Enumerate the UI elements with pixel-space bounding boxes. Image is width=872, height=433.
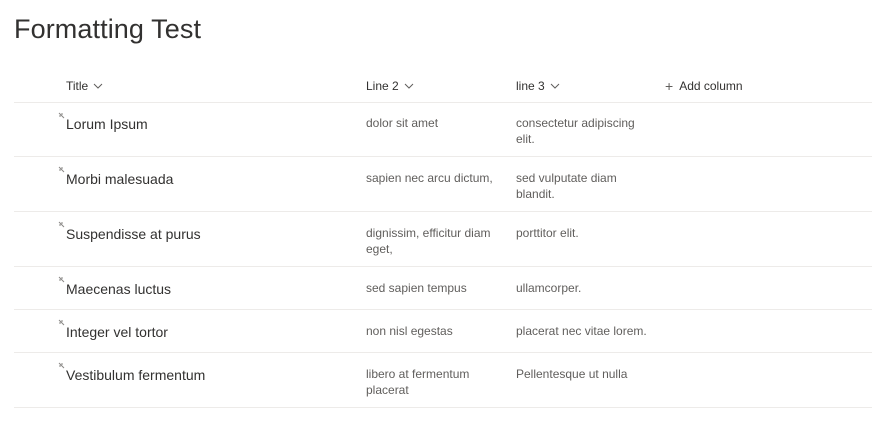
row-line3: placerat nec vitae lorem. <box>516 324 647 338</box>
new-item-icon <box>58 362 65 369</box>
page-title: Formatting Test <box>14 14 202 44</box>
chevron-down-icon <box>404 83 414 89</box>
new-item-icon <box>58 276 65 283</box>
list-header: Title Line 2 line 3 + Add column <box>14 72 872 103</box>
row-title[interactable]: Morbi malesuada <box>66 171 173 187</box>
column-header-line2[interactable]: Line 2 <box>366 78 415 94</box>
table-row[interactable]: Maecenas luctus sed sapien tempus ullamc… <box>14 267 872 310</box>
table-row[interactable]: Vestibulum fermentum libero at fermentum… <box>14 353 872 408</box>
row-line3: porttitor elit. <box>516 226 579 240</box>
new-item-icon <box>58 221 65 228</box>
new-item-icon <box>58 319 65 326</box>
list-page: Formatting Test Title Line 2 line 3 + Ad… <box>0 0 872 433</box>
row-line3: sed vulputate diam blandit. <box>516 171 617 201</box>
add-column-button[interactable]: + Add column <box>665 78 743 94</box>
row-title[interactable]: Lorum Ipsum <box>66 116 148 132</box>
row-title[interactable]: Maecenas luctus <box>66 281 171 297</box>
column-header-line3-label: line 3 <box>516 79 545 93</box>
row-line2: dignissim, efficitur diam eget, <box>366 226 491 256</box>
row-line3: ullamcorper. <box>516 281 582 295</box>
row-title[interactable]: Vestibulum fermentum <box>66 367 205 383</box>
plus-icon: + <box>665 77 674 94</box>
column-header-line3[interactable]: line 3 <box>516 78 561 94</box>
table-row[interactable]: Morbi malesuada sapien nec arcu dictum, … <box>14 157 872 212</box>
add-column-label: Add column <box>679 79 743 93</box>
row-line3: consectetur adipiscing elit. <box>516 116 635 146</box>
table-row[interactable]: Lorum Ipsum dolor sit amet consectetur a… <box>14 103 872 157</box>
row-title[interactable]: Integer vel tortor <box>66 324 168 340</box>
row-line2: non nisl egestas <box>366 324 453 338</box>
table-row[interactable]: Suspendisse at purus dignissim, efficitu… <box>14 212 872 267</box>
column-header-line2-label: Line 2 <box>366 79 399 93</box>
row-line2: sapien nec arcu dictum, <box>366 171 493 185</box>
row-title[interactable]: Suspendisse at purus <box>66 226 201 242</box>
column-header-title[interactable]: Title <box>66 78 104 94</box>
new-item-icon <box>58 112 65 119</box>
chevron-down-icon <box>93 83 103 89</box>
row-line3: Pellentesque ut nulla <box>516 367 628 381</box>
row-line2: libero at fermentum placerat <box>366 367 470 397</box>
list-rows: Lorum Ipsum dolor sit amet consectetur a… <box>14 103 872 408</box>
chevron-down-icon <box>550 83 560 89</box>
row-line2: dolor sit amet <box>366 116 439 130</box>
new-item-icon <box>58 166 65 173</box>
row-line2: sed sapien tempus <box>366 281 467 295</box>
table-row[interactable]: Integer vel tortor non nisl egestas plac… <box>14 310 872 353</box>
column-header-title-label: Title <box>66 79 89 93</box>
